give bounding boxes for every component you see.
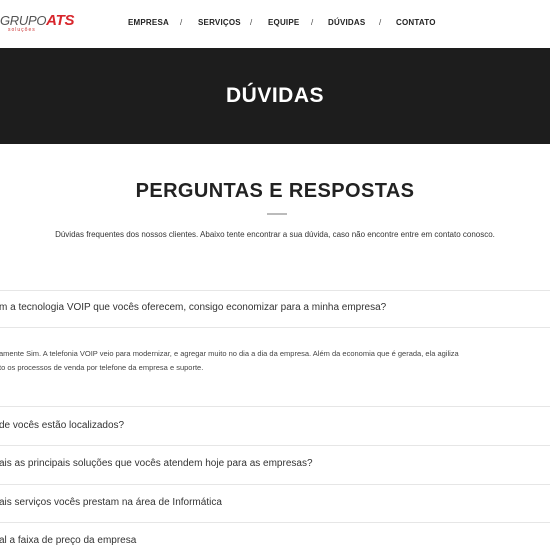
- faq-divider: [0, 406, 550, 407]
- faq-answer-1-line-1: amente Sim. A telefonia VOIP veio para m…: [0, 349, 459, 358]
- nav-item-duvidas[interactable]: DÚVIDAS: [328, 18, 365, 27]
- nav-item-servicos[interactable]: SERVIÇOS: [198, 18, 241, 27]
- faq-divider: [0, 484, 550, 485]
- faq-divider: [0, 327, 550, 328]
- hero-banner: DÚVIDAS: [0, 48, 550, 144]
- nav-item-equipe[interactable]: EQUIPE: [268, 18, 299, 27]
- faq-question-2[interactable]: de vocês estão localizados?: [0, 420, 124, 431]
- faq-answer-1-line-2: to os processos de venda por telefone da…: [0, 363, 204, 372]
- faq-divider: [0, 290, 550, 291]
- page-title: DÚVIDAS: [225, 84, 324, 107]
- faq-question-4[interactable]: ais serviços vocês prestam na área de In…: [0, 497, 222, 508]
- nav-separator: /: [311, 18, 314, 27]
- faq-question-1[interactable]: m a tecnologia VOIP que vocês oferecem, …: [0, 302, 386, 313]
- faq-divider: [0, 522, 550, 523]
- nav-separator: /: [379, 18, 382, 27]
- faq-divider: [0, 445, 550, 446]
- heading-divider: [267, 213, 287, 215]
- nav-separator: /: [180, 18, 183, 27]
- faq-question-3[interactable]: ais as principais soluções que vocês ate…: [0, 458, 313, 469]
- nav-item-empresa[interactable]: EMPRESA: [128, 18, 169, 27]
- faq-heading: PERGUNTAS E RESPOSTAS: [135, 180, 415, 202]
- faq-question-5[interactable]: al a faixa de preço da empresa: [0, 535, 136, 546]
- faq-intro: Dúvidas frequentes dos nossos clientes. …: [55, 230, 495, 239]
- nav-separator: /: [250, 18, 253, 27]
- nav-item-contato[interactable]: CONTATO: [396, 18, 436, 27]
- site-header: GRUPOATS soluções EMPRESA / SERVIÇOS / E…: [0, 0, 550, 48]
- main-nav: EMPRESA / SERVIÇOS / EQUIPE / DÚVIDAS / …: [0, 18, 550, 30]
